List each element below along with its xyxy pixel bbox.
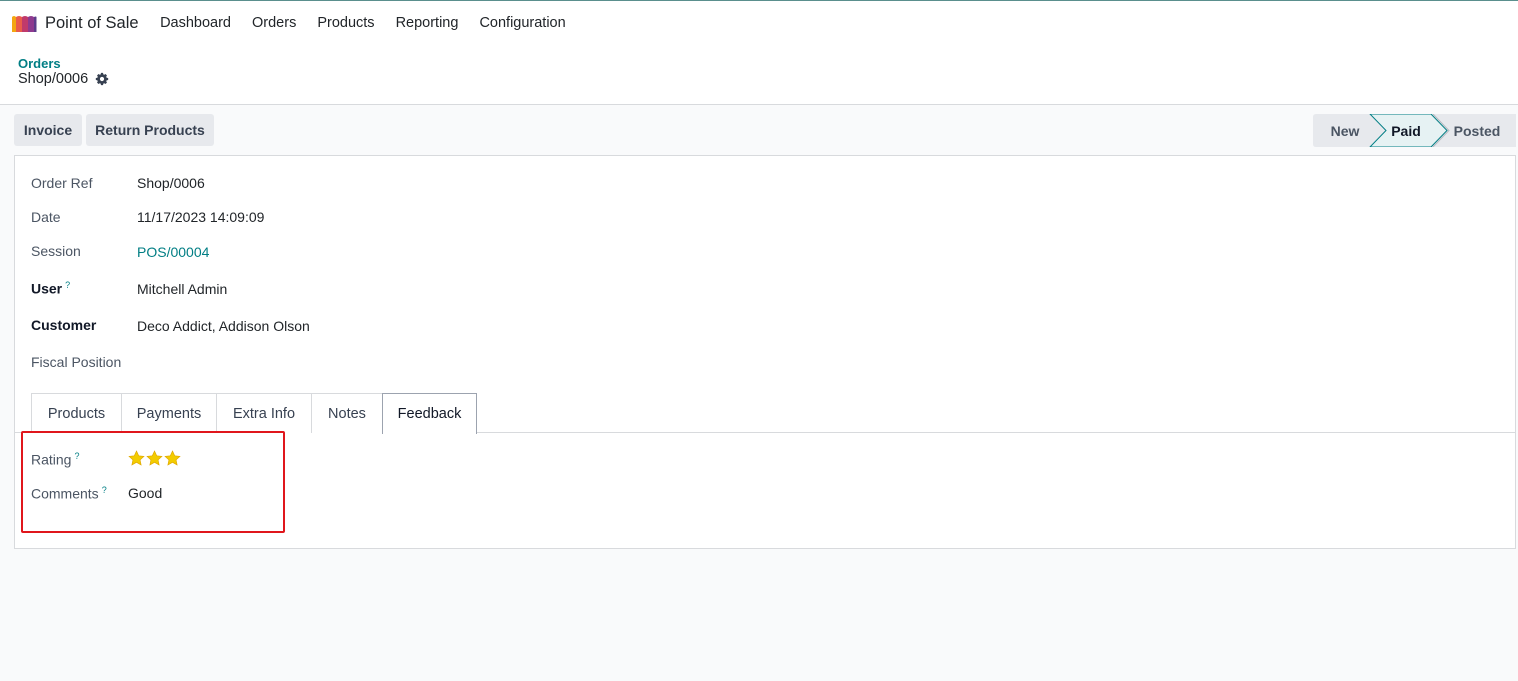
customer-value[interactable]: Deco Addict, Addison Olson xyxy=(137,318,310,334)
order-ref-value: Shop/0006 xyxy=(137,175,205,191)
app-brand[interactable]: Point of Sale xyxy=(11,1,150,46)
user-value[interactable]: Mitchell Admin xyxy=(137,281,227,297)
menu-orders[interactable]: Orders xyxy=(242,1,307,46)
top-navbar: Point of Sale Dashboard Orders Products … xyxy=(0,1,1518,46)
tab-notes[interactable]: Notes xyxy=(311,393,383,433)
user-help-icon[interactable]: ? xyxy=(65,280,70,290)
feedback-highlight-box xyxy=(21,431,285,533)
breadcrumb-current: Shop/0006 xyxy=(18,71,109,87)
menu-configuration[interactable]: Configuration xyxy=(469,1,576,46)
return-products-button[interactable]: Return Products xyxy=(86,114,214,146)
fiscal-position-label: Fiscal Position xyxy=(31,354,122,370)
menu-dashboard[interactable]: Dashboard xyxy=(150,1,242,46)
user-label: User? xyxy=(31,280,70,297)
menu-reporting[interactable]: Reporting xyxy=(385,1,469,46)
stage-new[interactable]: New xyxy=(1313,114,1377,147)
customer-label: Customer xyxy=(31,317,97,333)
order-ref-label: Order Ref xyxy=(31,175,93,191)
control-panel: Orders Shop/0006 xyxy=(0,46,1518,105)
pos-shop-icon xyxy=(12,15,37,32)
stage-paid[interactable]: Paid xyxy=(1383,114,1429,147)
status-bar: New Paid Posted xyxy=(1313,114,1516,147)
gear-icon[interactable] xyxy=(95,72,109,86)
tab-feedback[interactable]: Feedback xyxy=(382,393,477,434)
date-value: 11/17/2023 14:09:09 xyxy=(137,209,265,225)
record-name: Shop/0006 xyxy=(18,71,89,87)
tab-products[interactable]: Products xyxy=(31,393,122,433)
app-title: Point of Sale xyxy=(45,14,139,32)
breadcrumb-orders-link[interactable]: Orders xyxy=(18,56,61,71)
date-label: Date xyxy=(31,209,61,225)
form-sheet: Order Ref Shop/0006 Date 11/17/2023 14:0… xyxy=(14,155,1516,549)
invoice-button[interactable]: Invoice xyxy=(14,114,82,146)
tab-extra-info[interactable]: Extra Info xyxy=(216,393,312,433)
session-label: Session xyxy=(31,243,81,259)
tab-payments[interactable]: Payments xyxy=(121,393,217,433)
stage-posted[interactable]: Posted xyxy=(1446,114,1508,147)
menu-products[interactable]: Products xyxy=(307,1,385,46)
session-link[interactable]: POS/00004 xyxy=(137,244,209,260)
user-label-text: User xyxy=(31,280,63,297)
notebook-tabs: Products Payments Extra Info Notes Feedb… xyxy=(15,393,1515,434)
